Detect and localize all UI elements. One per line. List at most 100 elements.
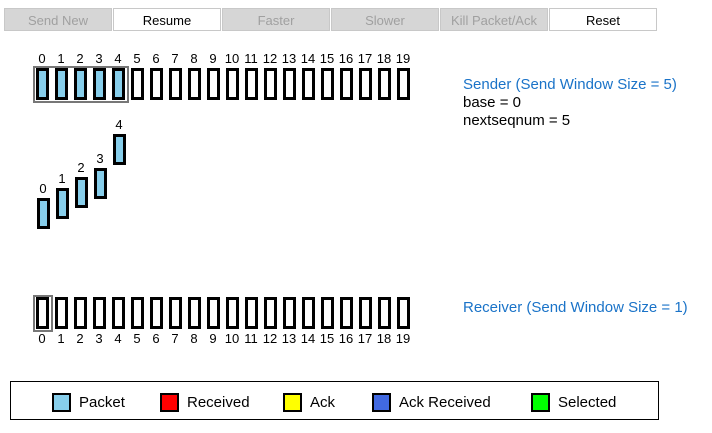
sender-slot[interactable] <box>264 68 277 100</box>
seq-label: 10 <box>224 331 240 346</box>
seq-label: 14 <box>300 51 316 66</box>
seq-label: 9 <box>209 331 217 346</box>
receiver-slot[interactable] <box>74 297 87 329</box>
receiver-slot[interactable] <box>55 297 68 329</box>
sender-slot[interactable] <box>283 68 296 100</box>
seq-label: 7 <box>171 51 179 66</box>
resume-button[interactable]: Resume <box>113 8 221 31</box>
seq-label: 18 <box>376 331 392 346</box>
receiver-slot[interactable] <box>169 297 182 329</box>
seq-label: 16 <box>338 331 354 346</box>
receiver-slot[interactable] <box>93 297 106 329</box>
seq-label: 12 <box>262 331 278 346</box>
packet[interactable] <box>113 134 126 165</box>
receiver-slot[interactable] <box>397 297 410 329</box>
sender-slot[interactable] <box>131 68 144 100</box>
seq-label: 7 <box>171 331 179 346</box>
packet-label: 4 <box>115 117 123 132</box>
seq-label: 5 <box>133 51 141 66</box>
sender-slot[interactable] <box>340 68 353 100</box>
seq-label: 12 <box>262 51 278 66</box>
packet-label: 2 <box>77 160 85 175</box>
seq-label: 16 <box>338 51 354 66</box>
legend-item: Received <box>160 393 250 412</box>
kill-packet-ack-button[interactable]: Kill Packet/Ack <box>440 8 548 31</box>
seq-label: 11 <box>244 331 258 346</box>
seq-label: 3 <box>95 331 103 346</box>
seq-label: 15 <box>319 331 335 346</box>
receiver-slot[interactable] <box>131 297 144 329</box>
sender-slot[interactable] <box>207 68 220 100</box>
legend-swatch <box>283 393 302 412</box>
faster-button[interactable]: Faster <box>222 8 330 31</box>
packet[interactable] <box>75 177 88 208</box>
seq-label: 4 <box>114 331 122 346</box>
receiver-slot[interactable] <box>112 297 125 329</box>
sender-slot[interactable] <box>359 68 372 100</box>
seq-label: 18 <box>376 51 392 66</box>
packet-label: 0 <box>39 181 47 196</box>
seq-label: 17 <box>357 331 373 346</box>
receiver-slot[interactable] <box>321 297 334 329</box>
sender-slot[interactable] <box>397 68 410 100</box>
packet[interactable] <box>94 168 107 199</box>
receiver-slot[interactable] <box>340 297 353 329</box>
sender-window <box>33 66 129 103</box>
receiver-slot[interactable] <box>283 297 296 329</box>
sender-slot[interactable] <box>169 68 182 100</box>
sender-slot[interactable] <box>245 68 258 100</box>
seq-label: 11 <box>244 51 258 66</box>
receiver-slot[interactable] <box>264 297 277 329</box>
sender-base: base = 0 <box>463 94 521 111</box>
legend-item: Ack Received <box>372 393 491 412</box>
legend-item: Ack <box>283 393 335 412</box>
receiver-slot[interactable] <box>359 297 372 329</box>
seq-label: 13 <box>281 51 297 66</box>
sender-slot[interactable] <box>321 68 334 100</box>
packet-label: 1 <box>58 171 66 186</box>
legend-swatch <box>160 393 179 412</box>
sender-slot[interactable] <box>188 68 201 100</box>
legend-item: Packet <box>52 393 125 412</box>
seq-label: 1 <box>57 51 65 66</box>
seq-label: 5 <box>133 331 141 346</box>
legend-swatch <box>52 393 71 412</box>
legend-item: Selected <box>531 393 616 412</box>
slower-button[interactable]: Slower <box>331 8 439 31</box>
legend: Packet Received Ack Ack Received Selected <box>10 381 659 420</box>
receiver-window <box>33 295 53 332</box>
sender-slot[interactable] <box>302 68 315 100</box>
receiver-slot[interactable] <box>245 297 258 329</box>
seq-label: 2 <box>76 331 84 346</box>
seq-label: 19 <box>395 331 411 346</box>
seq-label: 15 <box>319 51 335 66</box>
receiver-slot[interactable] <box>150 297 163 329</box>
seq-label: 13 <box>281 331 297 346</box>
sender-slot[interactable] <box>226 68 239 100</box>
receiver-slot[interactable] <box>207 297 220 329</box>
sender-slot[interactable] <box>378 68 391 100</box>
receiver-slot[interactable] <box>188 297 201 329</box>
seq-label: 19 <box>395 51 411 66</box>
receiver-slot[interactable] <box>378 297 391 329</box>
legend-label: Packet <box>79 394 125 411</box>
seq-label: 3 <box>95 51 103 66</box>
seq-label: 0 <box>38 331 46 346</box>
send-new-button[interactable]: Send New <box>4 8 112 31</box>
sender-title: Sender (Send Window Size = 5) <box>463 76 677 93</box>
seq-label: 1 <box>57 331 65 346</box>
seq-label: 8 <box>190 331 198 346</box>
seq-label: 4 <box>114 51 122 66</box>
receiver-slot[interactable] <box>302 297 315 329</box>
packet[interactable] <box>37 198 50 229</box>
packet-label: 3 <box>96 151 104 166</box>
reset-button[interactable]: Reset <box>549 8 657 31</box>
seq-label: 9 <box>209 51 217 66</box>
seq-label: 0 <box>38 51 46 66</box>
legend-label: Ack Received <box>399 394 491 411</box>
seq-label: 2 <box>76 51 84 66</box>
sender-slot[interactable] <box>150 68 163 100</box>
receiver-slot[interactable] <box>226 297 239 329</box>
seq-label: 6 <box>152 51 160 66</box>
packet[interactable] <box>56 188 69 219</box>
